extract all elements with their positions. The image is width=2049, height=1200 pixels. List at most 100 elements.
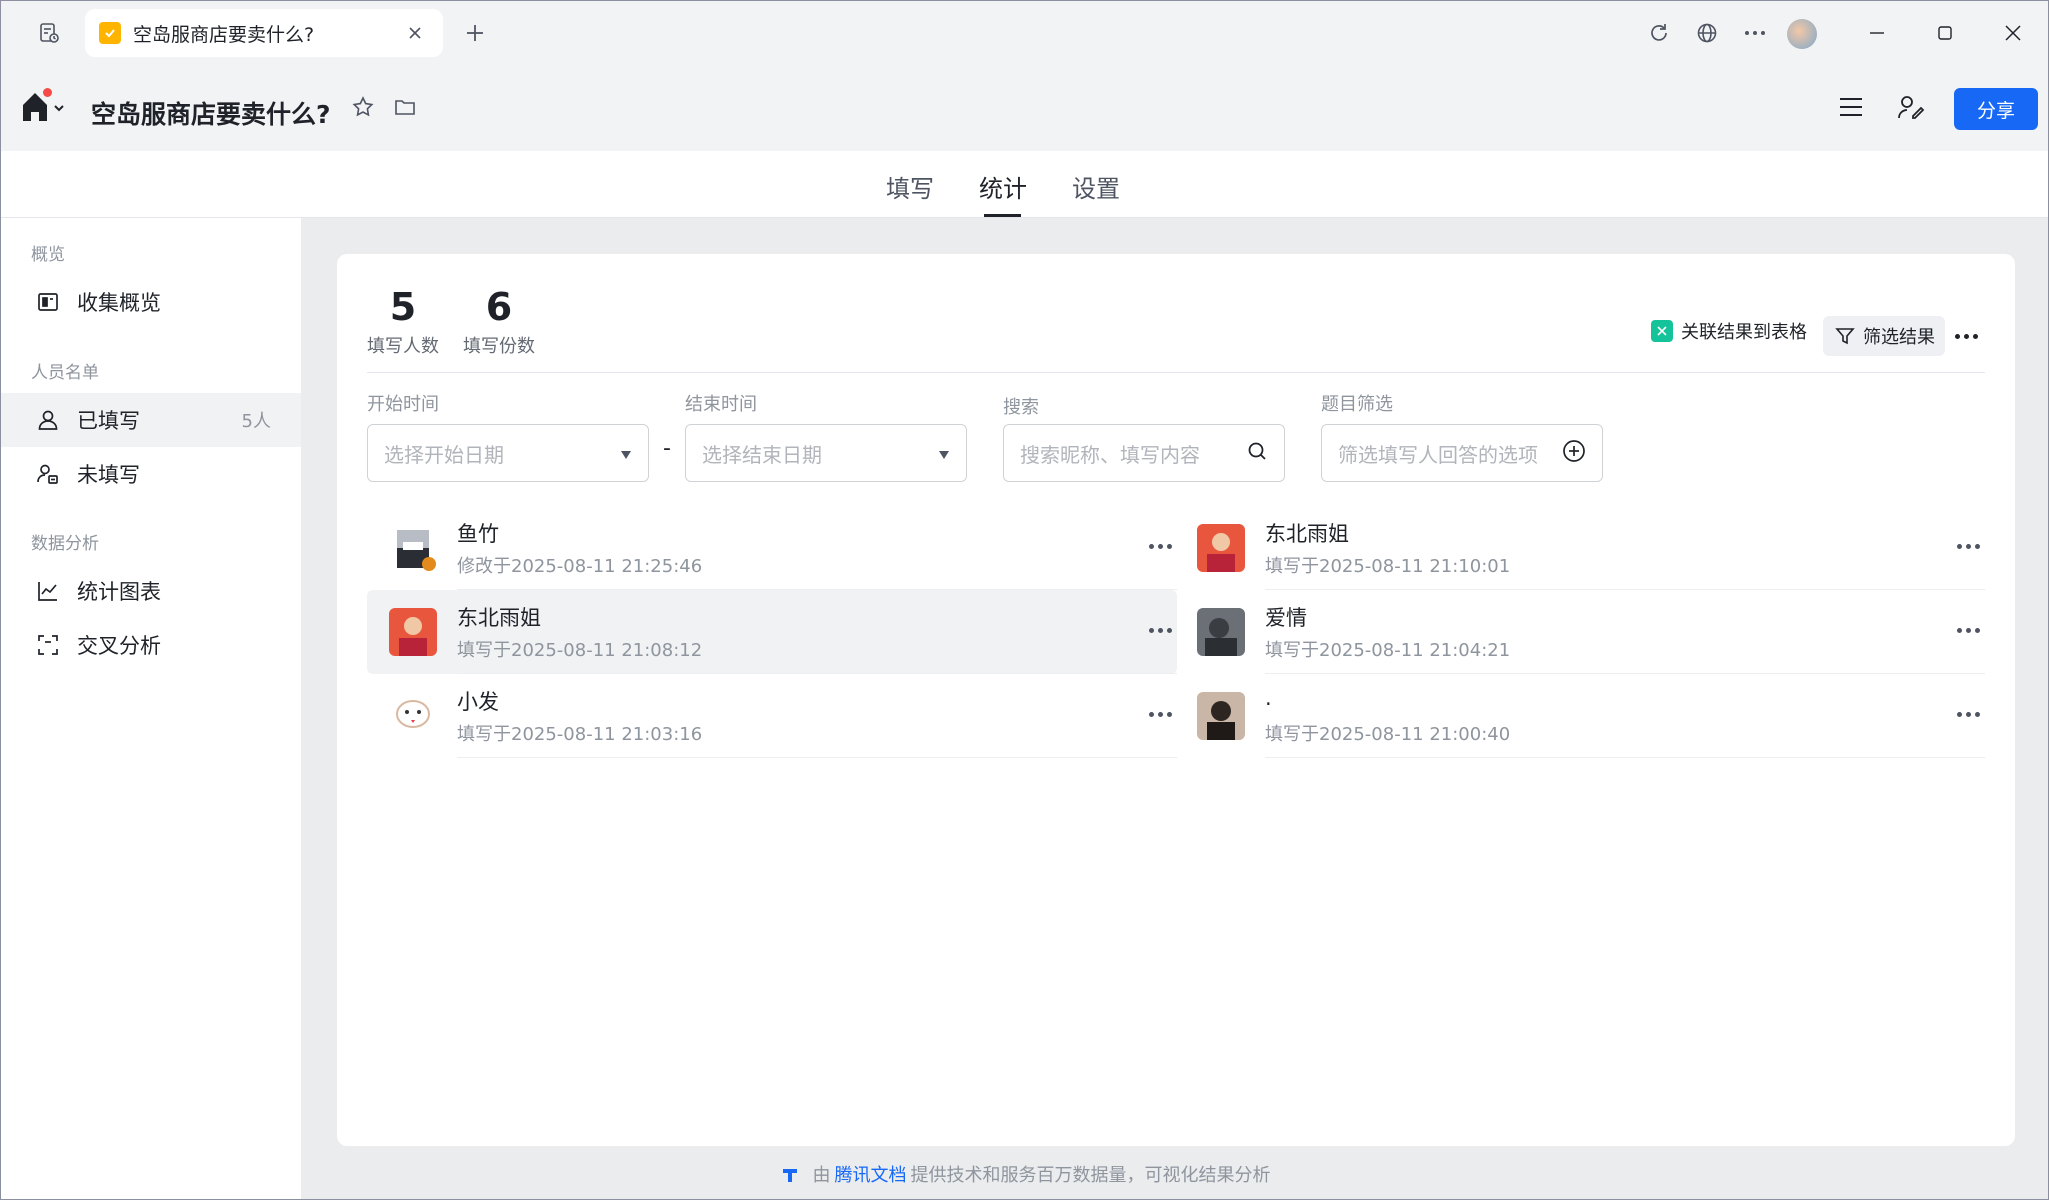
start-date-select[interactable]: 选择开始日期 (367, 424, 649, 482)
tab-fill[interactable]: 填写 (886, 169, 934, 204)
new-tab-icon[interactable] (459, 17, 491, 49)
response-item[interactable]: 东北雨姐 填写于2025-08-11 21:08:12 (367, 590, 1177, 674)
browser-tab-bar: 空岛服商店要卖什么? (1, 1, 2048, 65)
response-more-icon[interactable] (1957, 628, 1980, 633)
user-avatar[interactable] (1787, 19, 1817, 49)
sidebar-item-label: 统计图表 (77, 580, 161, 604)
response-avatar (389, 692, 437, 740)
user-icon (33, 405, 63, 435)
response-more-icon[interactable] (1149, 712, 1172, 717)
footer-suffix: 提供技术和服务百万数据量，可视化结果分析 (910, 1165, 1271, 1186)
response-avatar (389, 608, 437, 656)
sidebar-item-label: 未填写 (77, 463, 140, 487)
response-name: 东北雨姐 (457, 606, 541, 630)
submission-count: 6 (485, 285, 513, 329)
refresh-icon[interactable] (1643, 17, 1675, 49)
caret-down-icon (938, 441, 950, 465)
footer-prefix: 由 (812, 1165, 831, 1186)
start-date-placeholder: 选择开始日期 (384, 442, 504, 467)
page-title: 空岛服商店要卖什么? (91, 100, 331, 129)
tab-settings[interactable]: 设置 (1072, 169, 1120, 204)
sidebar-item-label: 已填写 (77, 409, 140, 433)
search-input[interactable]: 搜索昵称、填写内容 (1003, 424, 1285, 482)
sidebar-item-label: 收集概览 (77, 291, 161, 315)
response-item[interactable]: 鱼竹 修改于2025-08-11 21:25:46 (367, 506, 1177, 590)
response-name: 爱情 (1265, 606, 1307, 630)
statistics-card: 5 填写人数 6 填写份数 关联结果到表格 筛选结果 开始时间 选择开始日期 - (337, 254, 2015, 1146)
response-time: 修改于2025-08-11 21:25:46 (457, 556, 703, 577)
form-favicon-icon (99, 22, 121, 44)
row-divider (457, 757, 1177, 758)
response-name: 小发 (457, 690, 499, 714)
response-name: 鱼竹 (457, 522, 499, 546)
sidebar-item-stats-chart[interactable]: 统计图表 (1, 564, 301, 618)
submission-count-label: 填写份数 (463, 336, 535, 357)
response-item[interactable]: 东北雨姐 填写于2025-08-11 21:10:01 (1175, 506, 1985, 590)
stat-people: 5 填写人数 (367, 284, 439, 358)
share-button[interactable]: 分享 (1954, 88, 2038, 130)
sidebar-group-people: 人员名单 (31, 363, 99, 383)
notification-dot (43, 88, 52, 97)
people-count-label: 填写人数 (367, 336, 439, 357)
sidebar-item-unfilled[interactable]: 未填写 (1, 447, 301, 501)
question-filter-input[interactable]: 筛选填写人回答的选项 (1321, 424, 1603, 482)
response-avatar (1197, 524, 1245, 572)
caret-down-icon (620, 441, 632, 465)
search-label: 搜索 (1003, 397, 1039, 418)
response-more-icon[interactable] (1957, 712, 1980, 717)
filled-count-badge: 5人 (241, 411, 271, 432)
tencent-docs-logo-icon (779, 1163, 801, 1185)
response-name: 东北雨姐 (1265, 522, 1349, 546)
star-icon[interactable] (347, 91, 379, 123)
minimize-icon[interactable] (1861, 17, 1893, 49)
card-more-icon[interactable] (1955, 334, 1978, 339)
browser-tab-active[interactable]: 空岛服商店要卖什么? (85, 9, 443, 57)
response-item[interactable]: 小发 填写于2025-08-11 21:03:16 (367, 674, 1177, 758)
more-icon[interactable] (1739, 17, 1771, 49)
response-more-icon[interactable] (1149, 544, 1172, 549)
response-item[interactable]: . 填写于2025-08-11 21:00:40 (1175, 674, 1985, 758)
sidebar: 概览 收集概览 人员名单 已填写 5人 未填写 数据分析 统计图表 交叉分析 (1, 218, 301, 1199)
response-more-icon[interactable] (1957, 544, 1980, 549)
line-chart-icon (33, 576, 63, 606)
maximize-icon[interactable] (1929, 17, 1961, 49)
response-avatar (389, 524, 437, 572)
sheet-icon (1651, 320, 1673, 342)
end-time-label: 结束时间 (685, 394, 757, 415)
globe-icon[interactable] (1691, 17, 1723, 49)
row-divider (1265, 757, 1985, 758)
sidebar-item-cross-analysis[interactable]: 交叉分析 (1, 618, 301, 672)
question-filter-placeholder: 筛选填写人回答的选项 (1338, 442, 1538, 467)
document-header: 空岛服商店要卖什么? 分享 (1, 65, 2048, 151)
people-count: 5 (389, 285, 417, 329)
add-circle-icon (1562, 439, 1586, 468)
footer-brand-link[interactable]: 腾讯文档 (835, 1161, 907, 1187)
menu-icon[interactable] (1835, 91, 1867, 123)
link-to-sheet-button[interactable]: 关联结果到表格 (1651, 318, 1807, 344)
start-time-label: 开始时间 (367, 394, 439, 415)
filter-results-button[interactable]: 筛选结果 (1823, 316, 1945, 356)
response-avatar (1197, 692, 1245, 740)
app-window: 空岛服商店要卖什么? 空岛服商店要卖什么? 分享 填写 统计 设置 概览 收集概… (0, 0, 2049, 1200)
collaborator-edit-icon[interactable] (1895, 91, 1927, 123)
dashboard-icon (33, 287, 63, 317)
sidebar-item-label: 交叉分析 (77, 634, 161, 658)
response-time: 填写于2025-08-11 21:10:01 (1265, 556, 1511, 577)
workspace-icon[interactable] (33, 17, 65, 49)
end-date-placeholder: 选择结束日期 (702, 442, 822, 467)
response-item[interactable]: 爱情 填写于2025-08-11 21:04:21 (1175, 590, 1985, 674)
tab-stats[interactable]: 统计 (979, 169, 1027, 204)
window-close-icon[interactable] (1997, 17, 2029, 49)
tab-close-icon[interactable] (401, 19, 429, 47)
question-filter-label: 题目筛选 (1321, 394, 1393, 415)
response-avatar (1197, 608, 1245, 656)
stat-submissions: 6 填写份数 (463, 284, 535, 358)
response-more-icon[interactable] (1149, 628, 1172, 633)
active-tab-indicator (984, 214, 1021, 217)
divider (367, 372, 1985, 373)
search-icon (1246, 440, 1268, 467)
end-date-select[interactable]: 选择结束日期 (685, 424, 967, 482)
folder-icon[interactable] (389, 91, 421, 123)
sidebar-item-collect-overview[interactable]: 收集概览 (1, 275, 301, 329)
sidebar-item-filled[interactable]: 已填写 5人 (1, 393, 301, 447)
